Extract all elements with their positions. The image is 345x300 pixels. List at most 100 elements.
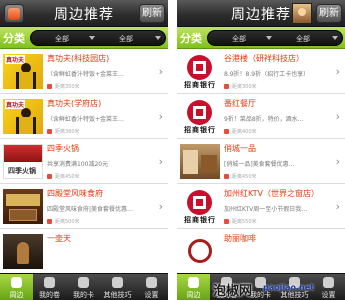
coupon-icon: [44, 277, 55, 288]
tab-nearby[interactable]: 周边: [0, 274, 33, 300]
left-phone-screen: 周边推荐 刷新 分类 全部 全部 真功夫 真功夫(科技园店) （含鲜虹香汁特饭+金…: [0, 0, 168, 300]
tab-nearby[interactable]: 周边: [177, 274, 210, 300]
merchant-distance: 距离450米: [47, 173, 155, 180]
merchant-name: 加州红KTV（世界之窗店）: [224, 189, 319, 198]
merchant-distance: 距离400米: [224, 128, 332, 135]
merchant-thumbnail: [3, 189, 43, 224]
merchant-offer: （含鲜虹香汁特饭+金菜王…: [47, 116, 125, 123]
card-icon: [78, 277, 89, 288]
chevron-right-icon: ›: [335, 155, 340, 168]
merchant-offer: 9折！菜品8折，特价，酒水…: [224, 116, 304, 123]
refresh-button[interactable]: 刷新: [316, 4, 342, 23]
merchant-thumbnail: [180, 144, 220, 179]
merchant-thumbnail: [3, 234, 43, 269]
merchant-name: 助丽咖啡: [224, 234, 256, 243]
filter-area-option[interactable]: 全部: [119, 34, 133, 44]
gear-icon: [323, 277, 334, 288]
watermark-url: paojiao.net: [263, 283, 314, 292]
chevron-right-icon: ›: [158, 110, 163, 123]
chevron-right-icon: ›: [158, 155, 163, 168]
merchant-name: 一壶天: [47, 234, 71, 243]
list-item[interactable]: 一壶天: [0, 229, 168, 273]
merchant-name: 真功夫(学府店): [47, 99, 102, 108]
merchant-name: 真功夫(科技园店): [47, 54, 110, 63]
bank-logo-icon: [187, 55, 212, 80]
filter-bar: 分类 全部 全部: [177, 27, 345, 49]
home-icon: [11, 277, 22, 288]
merchant-distance: 距离550米: [224, 218, 332, 225]
filter-category-option[interactable]: 全部: [55, 34, 69, 44]
chevron-right-icon: ›: [335, 65, 340, 78]
tab-label: 我的卡: [73, 291, 94, 299]
title-bar: 周边推荐 刷新: [177, 0, 345, 27]
bottom-tab-bar: 周边 我的卷 我的卡 其他技巧 设置: [177, 273, 345, 300]
gear-icon: [146, 277, 157, 288]
merchant-name: 番红餐厅: [224, 99, 256, 108]
thumbnail-label: 真功夫: [5, 55, 26, 64]
filter-selector[interactable]: 全部 全部: [207, 30, 343, 46]
merchant-name: 谷港楼（研祥科技店）: [224, 54, 304, 63]
filter-bar: 分类 全部 全部: [0, 27, 168, 49]
lightbulb-icon: [112, 277, 123, 288]
merchant-distance: 距离500米: [47, 218, 155, 225]
merchant-name: 俏城一品: [224, 144, 256, 153]
merchant-thumbnail: 招商银行: [180, 54, 220, 89]
merchant-thumbnail: 招商银行: [180, 99, 220, 134]
merchant-thumbnail: [180, 234, 220, 269]
merchant-thumbnail: 真功夫: [3, 99, 43, 134]
merchant-distance: 距离450米: [224, 173, 332, 180]
thumbnail-label: 招商银行: [184, 126, 216, 134]
tab-label: 周边: [186, 291, 201, 299]
list-item[interactable]: 招商银行 谷港楼（研祥科技店） 8.9折！8.9折（招行工卡也享） 距离300米 ›: [177, 49, 345, 94]
list-item[interactable]: 真功夫 真功夫(学府店) （含鲜虹香汁特饭+金菜王… 距离380米 ›: [0, 94, 168, 139]
chevron-down-icon: [332, 36, 338, 40]
list-item[interactable]: 真功夫 真功夫(科技园店) （含鲜虹香汁特饭+金菜王… 距离350米 ›: [0, 49, 168, 94]
refresh-button[interactable]: 刷新: [139, 4, 165, 23]
merchant-offer: [俏城一品]美食套餐优惠…: [224, 161, 295, 168]
thumbnail-label: 招商银行: [184, 216, 216, 224]
filter-area-option[interactable]: 全部: [296, 34, 310, 44]
merchant-offer: 四殿堂风味食府|美食套餐优惠…: [47, 206, 134, 213]
merchant-offer: 共享消费满100减20元: [47, 161, 109, 168]
avatar[interactable]: [292, 3, 312, 24]
filter-selector[interactable]: 全部 全部: [30, 30, 166, 46]
filter-label: 分类: [3, 32, 25, 45]
title-bar: 周边推荐 刷新: [0, 0, 168, 27]
list-item[interactable]: 俏城一品 [俏城一品]美食套餐优惠… 距离450米 ›: [177, 139, 345, 184]
tab-settings[interactable]: 设置: [312, 274, 345, 300]
tab-label: 设置: [321, 291, 336, 299]
tab-settings[interactable]: 设置: [135, 274, 168, 300]
tab-label: 设置: [144, 291, 159, 299]
thumbnail-label: 招商银行: [184, 81, 216, 89]
chevron-right-icon: ›: [335, 110, 340, 123]
bottom-tab-bar: 周边 我的卷 我的卡 其他技巧 设置: [0, 273, 168, 300]
right-phone-screen: 周边推荐 刷新 分类 全部 全部 招商银行 谷港楼（研祥科技店） 8.9折！8.9…: [177, 0, 345, 300]
chevron-down-icon: [266, 36, 272, 40]
tab-my-cards[interactable]: 我的卡: [67, 274, 100, 300]
list-item[interactable]: 四殿堂风味食府四殿堂风味食府|美食套餐优惠… 距离500米 ›: [0, 184, 168, 229]
list-item[interactable]: 助丽咖啡: [177, 229, 345, 273]
merchant-distance: 距离350米: [47, 83, 155, 90]
merchant-thumbnail: 真功夫: [3, 54, 43, 89]
merchant-offer: 加州红KTV周一至小节假日我…: [224, 206, 308, 213]
chevron-down-icon: [155, 36, 161, 40]
chevron-right-icon: ›: [335, 200, 340, 213]
thumbnail-label: 真功夫: [5, 100, 26, 109]
tab-label: 其他技巧: [103, 291, 132, 299]
list-item[interactable]: 招商银行 番红餐厅 9折！菜品8折，特价，酒水… 距离400米 ›: [177, 94, 345, 139]
merchant-name: 四殿堂风味食府: [47, 189, 103, 198]
merchant-thumbnail: 招商银行: [180, 189, 220, 224]
list-item[interactable]: 招商银行 加州红KTV（世界之窗店） 加州红KTV周一至小节假日我… 距离550米 …: [177, 184, 345, 229]
tab-other-tips[interactable]: 其他技巧: [101, 274, 134, 300]
tab-label: 周边: [9, 291, 24, 299]
merchant-offer: 8.9折！8.9折（招行工卡也享）: [224, 71, 310, 78]
tab-label: 我的卷: [39, 291, 60, 299]
merchant-list: 真功夫 真功夫(科技园店) （含鲜虹香汁特饭+金菜王… 距离350米 › 真功夫 真…: [0, 49, 168, 273]
home-icon: [188, 277, 199, 288]
chevron-right-icon: ›: [158, 200, 163, 213]
list-item[interactable]: 四季火锅 四季火锅 共享消费满100减20元 距离450米 ›: [0, 139, 168, 184]
chevron-down-icon: [89, 36, 95, 40]
tab-my-coupons[interactable]: 我的卷: [33, 274, 66, 300]
merchant-list: 招商银行 谷港楼（研祥科技店） 8.9折！8.9折（招行工卡也享） 距离300米 ›…: [177, 49, 345, 273]
filter-category-option[interactable]: 全部: [232, 34, 246, 44]
